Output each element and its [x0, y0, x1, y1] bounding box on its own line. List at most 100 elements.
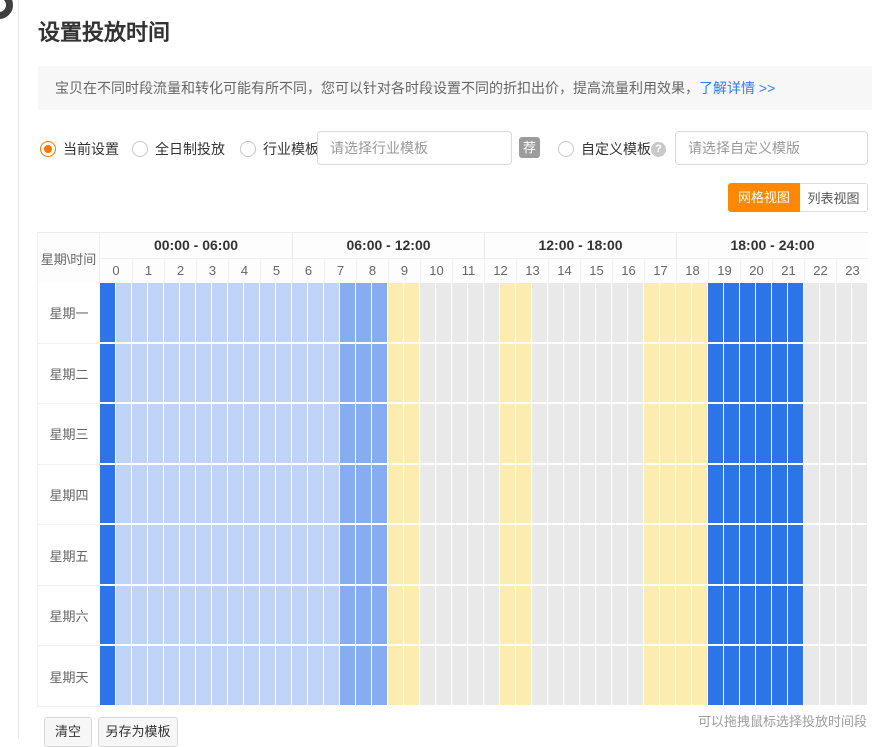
radio-industry-template[interactable]	[240, 141, 256, 157]
time-slot-cell[interactable]	[372, 465, 388, 526]
time-slot-cell[interactable]	[164, 646, 180, 707]
time-slot-cell[interactable]	[756, 525, 772, 586]
time-slot-cell[interactable]	[404, 404, 420, 465]
time-slot-cell[interactable]	[372, 646, 388, 707]
time-slot-cell[interactable]	[100, 525, 116, 586]
time-slot-cell[interactable]	[676, 646, 692, 707]
time-slot-cell[interactable]	[116, 283, 132, 344]
time-slot-cell[interactable]	[596, 465, 612, 526]
time-slot-cell[interactable]	[628, 344, 644, 405]
time-slot-cell[interactable]	[836, 646, 852, 707]
time-slot-cell[interactable]	[628, 525, 644, 586]
time-slot-cell[interactable]	[852, 465, 868, 526]
radio-fulltime-delivery[interactable]	[132, 141, 148, 157]
time-slot-cell[interactable]	[692, 525, 708, 586]
time-slot-cell[interactable]	[356, 283, 372, 344]
time-slot-cell[interactable]	[612, 586, 628, 647]
time-slot-cell[interactable]	[228, 465, 244, 526]
time-slot-cell[interactable]	[852, 404, 868, 465]
time-slot-cell[interactable]	[292, 404, 308, 465]
time-slot-cell[interactable]	[724, 465, 740, 526]
time-slot-cell[interactable]	[548, 465, 564, 526]
time-slot-cell[interactable]	[532, 344, 548, 405]
time-slot-cell[interactable]	[180, 525, 196, 586]
time-slot-cell[interactable]	[580, 344, 596, 405]
time-slot-cell[interactable]	[628, 646, 644, 707]
time-slot-cell[interactable]	[612, 283, 628, 344]
time-slot-cell[interactable]	[228, 404, 244, 465]
time-slot-cell[interactable]	[532, 465, 548, 526]
time-slot-cell[interactable]	[580, 646, 596, 707]
time-slot-cell[interactable]	[708, 283, 724, 344]
time-slot-cell[interactable]	[372, 283, 388, 344]
time-slot-cell[interactable]	[484, 344, 500, 405]
time-slot-cell[interactable]	[228, 283, 244, 344]
time-slot-cell[interactable]	[452, 404, 468, 465]
time-slot-cell[interactable]	[596, 525, 612, 586]
time-slot-cell[interactable]	[196, 344, 212, 405]
time-slot-cell[interactable]	[340, 344, 356, 405]
time-slot-cell[interactable]	[388, 525, 404, 586]
time-slot-cell[interactable]	[740, 344, 756, 405]
time-slot-cell[interactable]	[532, 586, 548, 647]
time-slot-cell[interactable]	[388, 465, 404, 526]
time-slot-cell[interactable]	[548, 344, 564, 405]
radio-industry-template-label[interactable]: 行业模板:	[263, 141, 323, 158]
time-slot-cell[interactable]	[100, 646, 116, 707]
time-slot-cell[interactable]	[724, 646, 740, 707]
time-slot-cell[interactable]	[212, 465, 228, 526]
time-slot-cell[interactable]	[804, 646, 820, 707]
time-slot-cell[interactable]	[148, 646, 164, 707]
time-slot-cell[interactable]	[308, 404, 324, 465]
time-slot-cell[interactable]	[468, 525, 484, 586]
time-slot-cell[interactable]	[644, 283, 660, 344]
time-slot-cell[interactable]	[660, 586, 676, 647]
time-slot-cell[interactable]	[596, 344, 612, 405]
time-slot-cell[interactable]	[788, 586, 804, 647]
time-slot-cell[interactable]	[436, 283, 452, 344]
time-slot-cell[interactable]	[580, 465, 596, 526]
time-slot-cell[interactable]	[516, 646, 532, 707]
time-slot-cell[interactable]	[788, 404, 804, 465]
time-slot-cell[interactable]	[340, 525, 356, 586]
time-slot-cell[interactable]	[836, 525, 852, 586]
time-slot-cell[interactable]	[276, 586, 292, 647]
time-slot-cell[interactable]	[532, 404, 548, 465]
time-slot-cell[interactable]	[820, 404, 836, 465]
time-slot-cell[interactable]	[132, 525, 148, 586]
time-slot-cell[interactable]	[340, 283, 356, 344]
time-slot-cell[interactable]	[340, 646, 356, 707]
time-slot-cell[interactable]	[276, 646, 292, 707]
time-slot-cell[interactable]	[484, 586, 500, 647]
time-slot-cell[interactable]	[708, 586, 724, 647]
time-slot-cell[interactable]	[772, 586, 788, 647]
time-slot-cell[interactable]	[708, 525, 724, 586]
time-slot-cell[interactable]	[260, 283, 276, 344]
time-slot-cell[interactable]	[228, 586, 244, 647]
time-slot-cell[interactable]	[852, 283, 868, 344]
time-slot-cell[interactable]	[628, 283, 644, 344]
help-icon[interactable]: ?	[651, 142, 666, 157]
time-slot-cell[interactable]	[420, 344, 436, 405]
time-slot-cell[interactable]	[580, 586, 596, 647]
time-slot-cell[interactable]	[772, 283, 788, 344]
time-slot-cell[interactable]	[724, 344, 740, 405]
time-slot-cell[interactable]	[260, 344, 276, 405]
time-slot-cell[interactable]	[548, 525, 564, 586]
time-slot-cell[interactable]	[260, 465, 276, 526]
time-slot-cell[interactable]	[676, 344, 692, 405]
time-slot-cell[interactable]	[564, 344, 580, 405]
time-slot-cell[interactable]	[260, 525, 276, 586]
time-slot-cell[interactable]	[772, 525, 788, 586]
time-slot-cell[interactable]	[116, 404, 132, 465]
time-slot-cell[interactable]	[596, 646, 612, 707]
time-slot-cell[interactable]	[388, 283, 404, 344]
time-slot-cell[interactable]	[772, 404, 788, 465]
time-slot-cell[interactable]	[276, 283, 292, 344]
save-as-template-button[interactable]: 另存为模板	[98, 717, 178, 747]
time-slot-cell[interactable]	[500, 283, 516, 344]
time-slot-cell[interactable]	[532, 283, 548, 344]
time-slot-cell[interactable]	[468, 404, 484, 465]
time-slot-cell[interactable]	[596, 586, 612, 647]
time-slot-cell[interactable]	[372, 344, 388, 405]
